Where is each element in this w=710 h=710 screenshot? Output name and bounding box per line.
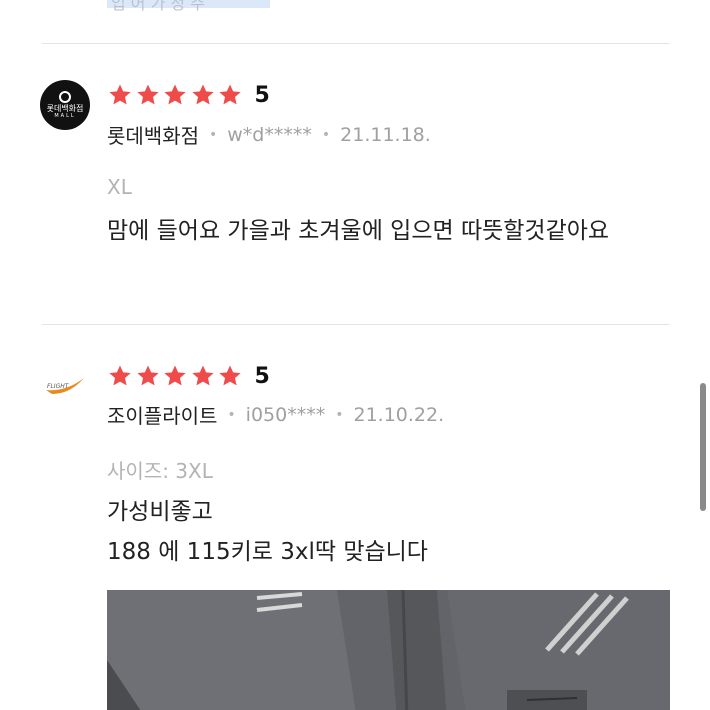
star-icon bbox=[107, 363, 133, 389]
review-date: 21.11.18. bbox=[340, 123, 431, 146]
meta-separator: • bbox=[227, 406, 236, 423]
star-icon bbox=[162, 82, 188, 108]
review-meta: 롯데백화점 • w*d***** • 21.11.18. bbox=[107, 120, 431, 149]
star-rating: 5 bbox=[107, 82, 270, 108]
review-option: 사이즈: 3XL bbox=[107, 459, 213, 483]
star-icon bbox=[217, 363, 243, 389]
jacket-photo-image bbox=[107, 590, 670, 710]
previous-review-highlight: 입 어 가 정 주 bbox=[107, 0, 270, 13]
seller-name[interactable]: 롯데백화점 bbox=[107, 120, 199, 149]
star-icon bbox=[107, 82, 133, 108]
review-option: XL bbox=[107, 175, 132, 199]
meta-separator: • bbox=[321, 126, 331, 143]
review-date: 21.10.22. bbox=[353, 403, 445, 426]
review-text: 맘에 들어요 가을과 초겨울에 입으면 따뜻할것같아요 bbox=[107, 218, 610, 244]
previous-review-text: 입 어 가 정 주 bbox=[111, 0, 205, 13]
seller-logo-subtext: MALL bbox=[54, 112, 76, 119]
star-icon bbox=[217, 82, 243, 108]
star-rating: 5 bbox=[107, 363, 270, 389]
scrollbar-thumb[interactable] bbox=[700, 383, 706, 511]
star-icon bbox=[135, 363, 161, 389]
review-divider bbox=[42, 43, 669, 44]
reviewer-id: w*d***** bbox=[227, 123, 312, 146]
star-icon bbox=[190, 363, 216, 389]
rating-score: 5 bbox=[254, 82, 270, 108]
seller-logo-text: FLIGHT bbox=[47, 383, 70, 390]
lotte-logo-icon bbox=[59, 90, 71, 103]
star-icon bbox=[135, 82, 161, 108]
review-divider bbox=[42, 324, 669, 325]
seller-logo-text: 롯데백화점 bbox=[46, 103, 84, 113]
seller-avatar[interactable]: 롯데백화점 MALL bbox=[40, 80, 90, 130]
meta-separator: • bbox=[335, 406, 344, 423]
review-meta: 조이플라이트 • i050**** • 21.10.22. bbox=[107, 400, 444, 429]
seller-avatar[interactable]: FLIGHT bbox=[40, 360, 90, 410]
seller-name[interactable]: 조이플라이트 bbox=[107, 400, 217, 429]
star-icon bbox=[190, 82, 216, 108]
star-icon bbox=[162, 363, 188, 389]
meta-separator: • bbox=[209, 126, 218, 143]
review-photo[interactable] bbox=[107, 590, 670, 710]
flight-logo-icon: FLIGHT bbox=[46, 378, 84, 394]
rating-score: 5 bbox=[254, 363, 270, 389]
reviewer-id: i050**** bbox=[245, 403, 326, 426]
review-text-line: 가성비좋고 bbox=[107, 499, 213, 525]
review-text-line: 188 에 115키로 3xl딱 맞습니다 bbox=[107, 539, 428, 565]
